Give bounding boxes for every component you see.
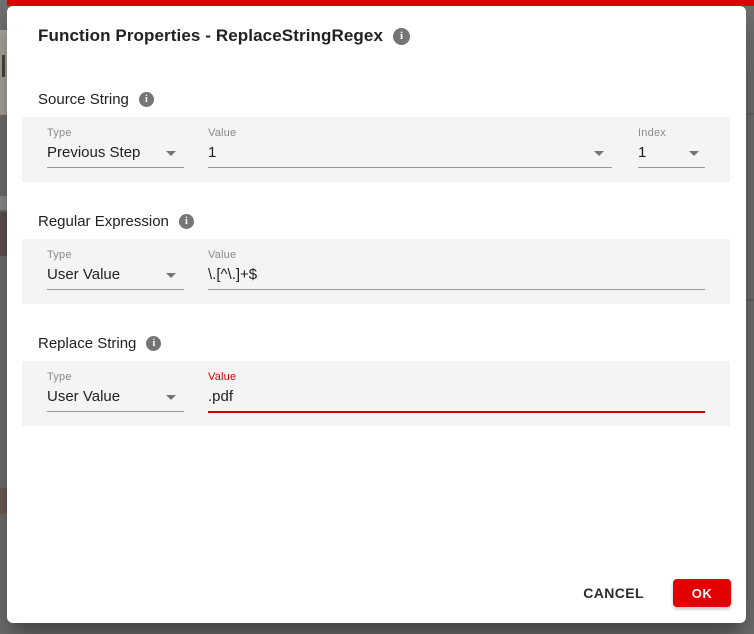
info-icon[interactable]: i [146,336,162,351]
info-icon[interactable]: i [138,92,154,107]
info-icon[interactable]: i [178,214,194,229]
field-label: Type [47,127,72,139]
function-properties-dialog: Function Properties - ReplaceStringRegex… [7,6,746,623]
cancel-button[interactable]: CANCEL [581,579,646,607]
selected-value: Previous Step [47,144,141,161]
dialog-title: Function Properties - ReplaceStringRegex [38,26,384,45]
background-app-edge [0,488,7,514]
regex-type-select[interactable]: Type User Value [47,248,184,290]
section-source-string: Source String i Type Previous Step Value… [7,91,746,182]
source-string-panel: Type Previous Step Value 1 Index 1 [22,117,730,182]
selected-value: 1 [638,144,647,161]
regular-expression-panel: Type User Value Value [22,239,730,304]
section-heading: Regular Expression [38,213,169,230]
info-icon[interactable]: i [393,27,411,45]
replace-string-panel: Type User Value Value [22,361,730,426]
source-type-select[interactable]: Type Previous Step [47,126,184,168]
section-heading: Source String [38,91,129,108]
field-label: Type [47,371,72,383]
selected-value: 1 [208,144,217,161]
regex-value-field[interactable]: Value [208,248,705,290]
field-label: Value [208,371,237,383]
replace-type-select[interactable]: Type User Value [47,370,184,412]
screen: Function Properties - ReplaceStringRegex… [0,0,754,634]
selected-value: User Value [47,266,121,283]
dropdown-arrow-icon [166,273,176,278]
source-value-select[interactable]: Value 1 [208,126,612,168]
field-label: Index [638,127,666,139]
field-label: Value [208,249,237,261]
source-index-select[interactable]: Index 1 [638,126,705,168]
field-label: Type [47,249,72,261]
dialog-header: Function Properties - ReplaceStringRegex… [38,26,746,46]
replace-value-field[interactable]: Value [208,370,705,413]
dropdown-arrow-icon [166,151,176,156]
regex-value-input[interactable] [208,265,705,285]
section-replace-string: Replace String i Type User Value Value [7,335,746,426]
section-regular-expression: Regular Expression i Type User Value Val… [7,213,746,304]
dialog-actions: CANCEL OK [581,579,731,607]
background-app-edge [0,196,7,210]
dropdown-arrow-icon [594,151,604,156]
background-app-edge [746,299,754,301]
background-app-edge [746,113,754,115]
background-app-edge [0,212,7,256]
field-label: Value [208,127,237,139]
section-heading: Replace String [38,335,137,352]
dropdown-arrow-icon [689,151,699,156]
selected-value: User Value [47,388,121,405]
background-app-edge [2,55,5,77]
replace-value-input[interactable] [208,387,705,407]
dropdown-arrow-icon [166,395,176,400]
ok-button[interactable]: OK [673,579,731,607]
